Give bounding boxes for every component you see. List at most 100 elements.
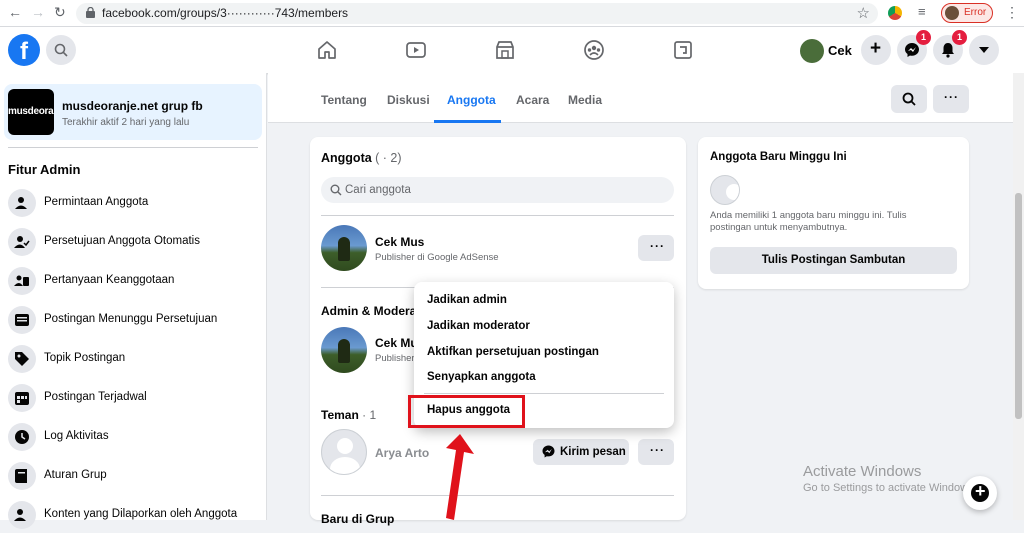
activate-windows-title: Activate Windows — [803, 463, 922, 480]
group-last-active: Terakhir aktif 2 hari yang lalu — [62, 117, 190, 128]
watch-icon[interactable] — [405, 39, 427, 61]
auto-approve-icon — [8, 228, 36, 256]
tag-icon — [8, 345, 36, 373]
member-name[interactable]: Cek Mus — [375, 235, 424, 249]
group-thumbnail: musdeoranje — [8, 89, 54, 135]
extension-icon[interactable] — [888, 6, 902, 20]
tab-media[interactable]: Media — [568, 93, 602, 107]
member-avatar[interactable] — [321, 327, 367, 373]
profile-name[interactable]: Cek — [828, 43, 852, 58]
sidebar-item-membership-questions[interactable]: Pertanyaan Keanggotaan — [8, 265, 258, 299]
sidebar-item-label: Konten yang Dilaporkan oleh Anggota — [44, 508, 238, 520]
sidebar-item-group-rules[interactable]: Aturan Grup — [8, 460, 258, 494]
search-button[interactable] — [46, 35, 76, 65]
sidebar-item-member-requests[interactable]: Permintaan Anggota — [8, 187, 258, 221]
admin-tools-heading: Fitur Admin — [8, 162, 81, 177]
friends-section-title: Teman · 1 — [321, 408, 377, 422]
new-member-avatar[interactable] — [710, 175, 740, 205]
sidebar-item-pending-posts[interactable]: Postingan Menunggu Persetujuan — [8, 304, 258, 338]
facebook-header: f Cek + 1 1 — [0, 27, 1024, 73]
browser-toolbar: ← → ↻ facebook.com/groups/3············7… — [0, 0, 1024, 27]
page-scrollbar[interactable] — [1013, 73, 1024, 520]
profile-avatar[interactable] — [800, 39, 824, 63]
menu-item-make-admin[interactable]: Jadikan admin — [427, 294, 507, 306]
calendar-icon — [8, 384, 36, 412]
scrollbar-thumb[interactable] — [1015, 193, 1022, 419]
send-message-button[interactable]: Kirim pesan — [533, 439, 629, 465]
sidebar-divider — [8, 147, 258, 148]
menu-item-post-approval[interactable]: Aktifkan persetujuan postingan — [427, 346, 599, 358]
group-tab-bar: Tentang Diskusi Anggota Acara Media ··· — [268, 73, 1020, 123]
left-sidebar: musdeoranje musdeoranje.net grup fb Tera… — [0, 73, 267, 529]
member-search-input[interactable]: Cari anggota — [321, 177, 674, 203]
groups-icon[interactable] — [583, 39, 605, 61]
sidebar-item-label: Permintaan Anggota — [44, 196, 149, 208]
facebook-logo-icon[interactable]: f — [8, 34, 40, 66]
marketplace-icon[interactable] — [494, 39, 516, 61]
group-name[interactable]: musdeoranje.net grup fb — [62, 99, 203, 113]
forward-icon[interactable]: → — [31, 4, 45, 20]
reading-list-icon[interactable]: ≡ — [918, 4, 926, 19]
address-bar[interactable]: facebook.com/groups/3············743/mem… — [76, 3, 878, 24]
clock-icon — [8, 423, 36, 451]
messenger-badge: 1 — [916, 30, 931, 45]
active-tab-indicator — [434, 120, 501, 123]
profile-error-button[interactable]: Error — [941, 3, 993, 23]
error-label: Error — [964, 7, 987, 18]
menu-item-mute-member[interactable]: Senyapkan anggota — [427, 371, 536, 383]
sidebar-item-reported-content[interactable]: Konten yang Dilaporkan oleh Anggota — [8, 499, 258, 533]
sidebar-item-label: Pertanyaan Keanggotaan — [44, 274, 175, 286]
red-arrow-annotation — [446, 434, 474, 520]
reload-icon[interactable]: ↻ — [54, 4, 66, 21]
sidebar-item-label: Postingan Menunggu Persetujuan — [44, 313, 218, 325]
back-icon[interactable]: ← — [8, 4, 22, 20]
plus-icon: + — [975, 481, 986, 501]
sidebar-item-scheduled-posts[interactable]: Postingan Terjadwal — [8, 382, 258, 416]
home-icon[interactable] — [316, 39, 338, 61]
tab-about[interactable]: Tentang — [321, 93, 367, 107]
notifications-badge: 1 — [952, 30, 967, 45]
tab-events[interactable]: Acara — [516, 93, 549, 107]
messenger-icon — [905, 43, 919, 57]
group-card[interactable]: musdeoranje musdeoranje.net grup fb Tera… — [4, 84, 262, 140]
write-welcome-post-button[interactable]: Tulis Postingan Sambutan — [710, 247, 957, 274]
report-icon — [8, 501, 36, 529]
new-message-button[interactable]: + — [963, 476, 997, 510]
account-menu-button[interactable] — [969, 35, 999, 65]
member-avatar[interactable] — [321, 225, 367, 271]
group-more-button[interactable]: ··· — [933, 85, 969, 113]
lock-icon — [86, 7, 95, 18]
plus-icon: + — [870, 38, 882, 59]
create-button[interactable]: + — [861, 35, 891, 65]
group-search-button[interactable] — [891, 85, 927, 113]
profile-avatar — [945, 6, 959, 20]
activate-windows-subtitle: Go to Settings to activate Windows. — [803, 482, 977, 494]
sidebar-item-auto-approval[interactable]: Persetujuan Anggota Otomatis — [8, 226, 258, 260]
more-icon: ··· — [650, 443, 665, 457]
sidebar-item-label: Persetujuan Anggota Otomatis — [44, 235, 200, 247]
sidebar-item-post-topics[interactable]: Topik Postingan — [8, 343, 258, 377]
member-more-button[interactable]: ··· — [638, 439, 674, 465]
menu-item-make-moderator[interactable]: Jadikan moderator — [427, 320, 530, 332]
new-members-card: Anggota Baru Minggu Ini Anda memiliki 1 … — [698, 137, 969, 289]
members-title: Anggota ( · 2) — [321, 151, 402, 165]
gaming-icon[interactable] — [672, 39, 694, 61]
more-icon: ··· — [650, 239, 665, 253]
sidebar-item-activity-log[interactable]: Log Aktivitas — [8, 421, 258, 455]
browser-menu-icon[interactable]: ⋮ — [1005, 4, 1019, 21]
member-name[interactable]: Arya Arto — [375, 446, 429, 460]
menu-divider — [424, 393, 664, 394]
tab-members[interactable]: Anggota — [447, 93, 496, 107]
tab-discussion[interactable]: Diskusi — [387, 93, 430, 107]
remove-member-highlight-box — [408, 395, 525, 428]
bookmark-star-icon[interactable]: ☆ — [857, 4, 870, 22]
more-icon: ··· — [944, 90, 959, 104]
url-text: facebook.com/groups/3············743/mem… — [102, 6, 349, 20]
pending-posts-icon — [8, 306, 36, 334]
sidebar-item-label: Aturan Grup — [44, 469, 107, 481]
new-members-title: Anggota Baru Minggu Ini — [710, 151, 847, 163]
questions-icon — [8, 267, 36, 295]
search-icon — [330, 184, 342, 196]
member-avatar[interactable] — [321, 429, 367, 475]
member-more-button[interactable]: ··· — [638, 235, 674, 261]
